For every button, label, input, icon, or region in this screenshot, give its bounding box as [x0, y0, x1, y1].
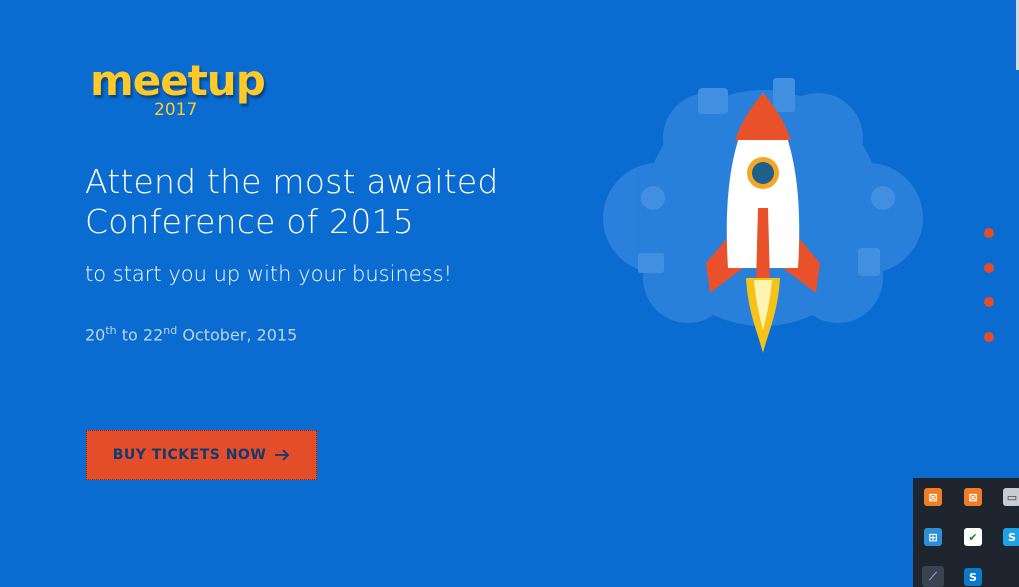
system-tray-overflow: ⊠ ⊠ ▭ ⊞ ✔ S ⟋ S	[913, 478, 1019, 587]
xampp-icon[interactable]: ⊠	[924, 488, 942, 506]
shield-icon[interactable]: ✔	[964, 528, 982, 546]
start-day-suffix: th	[105, 324, 117, 337]
month-year: October, 2015	[182, 325, 298, 345]
end-day: 22	[142, 325, 164, 345]
xampp-icon[interactable]: ⊠	[964, 488, 982, 506]
network-icon[interactable]: ⊞	[924, 528, 942, 546]
slider-dot-4[interactable]	[984, 331, 994, 342]
end-day-suffix: nd	[163, 324, 178, 337]
logo-year: 2017	[154, 100, 198, 120]
event-dates: 20th to 22nd October, 2015	[85, 324, 297, 344]
dates-joiner: to	[121, 325, 138, 345]
hero-headline: Attend the most awaited Conference of 20…	[85, 162, 499, 241]
buy-tickets-button[interactable]: BUY TICKETS NOW	[86, 430, 317, 480]
start-day: 20	[85, 325, 106, 345]
arrow-right-icon	[275, 449, 290, 461]
slider-dot-3[interactable]	[984, 297, 994, 307]
slider-pagination	[984, 228, 996, 366]
slider-dot-2[interactable]	[984, 262, 994, 273]
skype-icon[interactable]: S	[1003, 528, 1019, 546]
logo-word: meetup	[90, 56, 266, 105]
skype-business-icon[interactable]: S	[964, 568, 982, 586]
rocket-illustration	[603, 78, 923, 353]
hero-subheadline: to start you up with your business!	[85, 262, 452, 286]
feather-icon[interactable]: ⟋	[922, 566, 944, 587]
monitor-icon[interactable]: ▭	[1003, 488, 1019, 506]
meetup-logo[interactable]: meetup 2017	[88, 56, 268, 126]
buy-tickets-label: BUY TICKETS NOW	[112, 447, 267, 463]
slider-dot-1[interactable]	[984, 228, 994, 238]
